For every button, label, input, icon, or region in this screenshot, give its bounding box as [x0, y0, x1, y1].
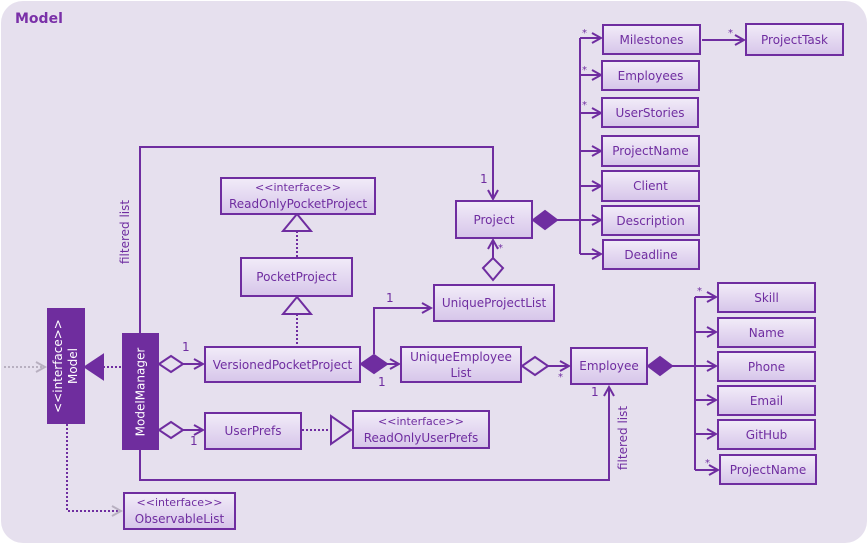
class-name: Email — [749, 393, 784, 408]
multiplicity: * — [582, 65, 587, 76]
model-manager-class[interactable]: ModelManager — [122, 333, 159, 450]
class-name: Employees — [617, 68, 684, 83]
multiplicity: 1 — [480, 172, 488, 186]
stereotype: <<interface>> — [255, 181, 341, 194]
multiplicity: * — [582, 28, 587, 39]
aggregation-diamond — [157, 354, 185, 374]
read-only-pocket-project-interface[interactable]: <<interface>> ReadOnlyPocketProject — [220, 177, 376, 215]
read-only-user-prefs-interface[interactable]: <<interface>> ReadOnlyUserPrefs — [352, 410, 490, 449]
user-prefs-class[interactable]: UserPrefs — [204, 412, 302, 450]
versioned-pocket-project-class[interactable]: VersionedPocketProject — [204, 346, 361, 383]
project-class[interactable]: Project — [455, 200, 533, 239]
pocket-project-class[interactable]: PocketProject — [240, 257, 353, 297]
class-name: Milestones — [619, 32, 684, 47]
class-name: Description — [616, 213, 685, 228]
attribute-name[interactable]: Name — [717, 317, 816, 348]
multiplicity: * — [705, 458, 710, 469]
attribute-employees[interactable]: Employees — [601, 60, 700, 91]
attribute-project-name[interactable]: ProjectName — [601, 135, 700, 167]
aggregation-diamond — [481, 256, 505, 282]
attribute-user-stories[interactable]: UserStories — [601, 97, 699, 128]
class-name: ProjectName — [729, 462, 807, 477]
composition-diamond — [646, 355, 674, 377]
employee-class[interactable]: Employee — [570, 347, 648, 385]
realization-triangle — [330, 414, 353, 446]
class-name: Phone — [747, 359, 786, 374]
project-task-class[interactable]: ProjectTask — [745, 23, 844, 56]
multiplicity: * — [697, 286, 702, 297]
multiplicity: * — [582, 100, 587, 111]
class-name-line2: List — [450, 365, 472, 380]
stereotype: <<interface>> — [378, 414, 464, 428]
class-name: ReadOnlyUserPrefs — [363, 430, 479, 445]
class-name: VersionedPocketProject — [212, 357, 353, 372]
class-name: Name — [748, 325, 785, 340]
multiplicity: 1 — [378, 375, 386, 389]
model-interface[interactable]: <<interface>> Model — [47, 308, 85, 424]
composition-diamond — [531, 209, 559, 231]
class-name: ModelManager — [133, 347, 147, 436]
observable-list-interface[interactable]: <<interface>> ObservableList — [123, 492, 236, 530]
multiplicity: * — [498, 243, 503, 254]
inheritance-triangle — [280, 295, 314, 315]
class-name: ProjectName — [612, 144, 689, 158]
attribute-github[interactable]: GitHub — [717, 419, 816, 450]
unique-employee-list-class[interactable]: UniqueEmployee List — [400, 346, 522, 383]
class-name: UserPrefs — [224, 424, 282, 438]
stereotype: <<interface>> — [51, 319, 65, 413]
multiplicity: * — [558, 372, 563, 383]
class-name: Model — [66, 347, 80, 385]
attribute-deadline[interactable]: Deadline — [602, 239, 700, 270]
class-name: Project — [473, 212, 515, 227]
attribute-skill[interactable]: Skill — [717, 282, 816, 313]
class-name: PocketProject — [256, 270, 337, 284]
filtered-list-label: filtered list — [118, 199, 132, 264]
class-name: Employee — [579, 359, 639, 373]
class-name: GitHub — [745, 427, 788, 442]
class-name: Client — [633, 179, 668, 193]
class-name: ReadOnlyPocketProject — [228, 197, 368, 211]
multiplicity: 1 — [190, 434, 198, 448]
attribute-project-name[interactable]: ProjectName — [719, 454, 817, 485]
attribute-description[interactable]: Description — [601, 205, 700, 236]
composition-diamond — [359, 353, 389, 375]
stereotype: <<interface>> — [136, 496, 223, 509]
class-name: ObservableList — [134, 512, 225, 526]
class-name: UserStories — [615, 105, 685, 120]
multiplicity: 1 — [591, 385, 599, 399]
aggregation-diamond — [520, 355, 550, 377]
attribute-milestones[interactable]: Milestones — [602, 24, 701, 55]
realization-triangle — [280, 212, 314, 232]
class-name: Skill — [754, 290, 779, 305]
attribute-phone[interactable]: Phone — [717, 351, 816, 382]
class-name: Deadline — [624, 247, 678, 262]
class-name-line1: UniqueEmployee — [410, 349, 512, 364]
observable-dependency — [66, 424, 121, 511]
multiplicity: 1 — [182, 340, 190, 354]
filtered-list-label: filtered list — [616, 405, 630, 470]
class-name: ProjectTask — [761, 32, 828, 47]
multiplicity: * — [728, 28, 733, 39]
aggregation-diamond — [157, 420, 185, 440]
unique-project-list-class[interactable]: UniqueProjectList — [433, 284, 555, 322]
attribute-client[interactable]: Client — [601, 170, 700, 202]
attribute-email[interactable]: Email — [717, 385, 816, 416]
realization-triangle — [83, 353, 104, 381]
class-name: UniqueProjectList — [441, 296, 547, 310]
multiplicity: 1 — [386, 291, 394, 305]
